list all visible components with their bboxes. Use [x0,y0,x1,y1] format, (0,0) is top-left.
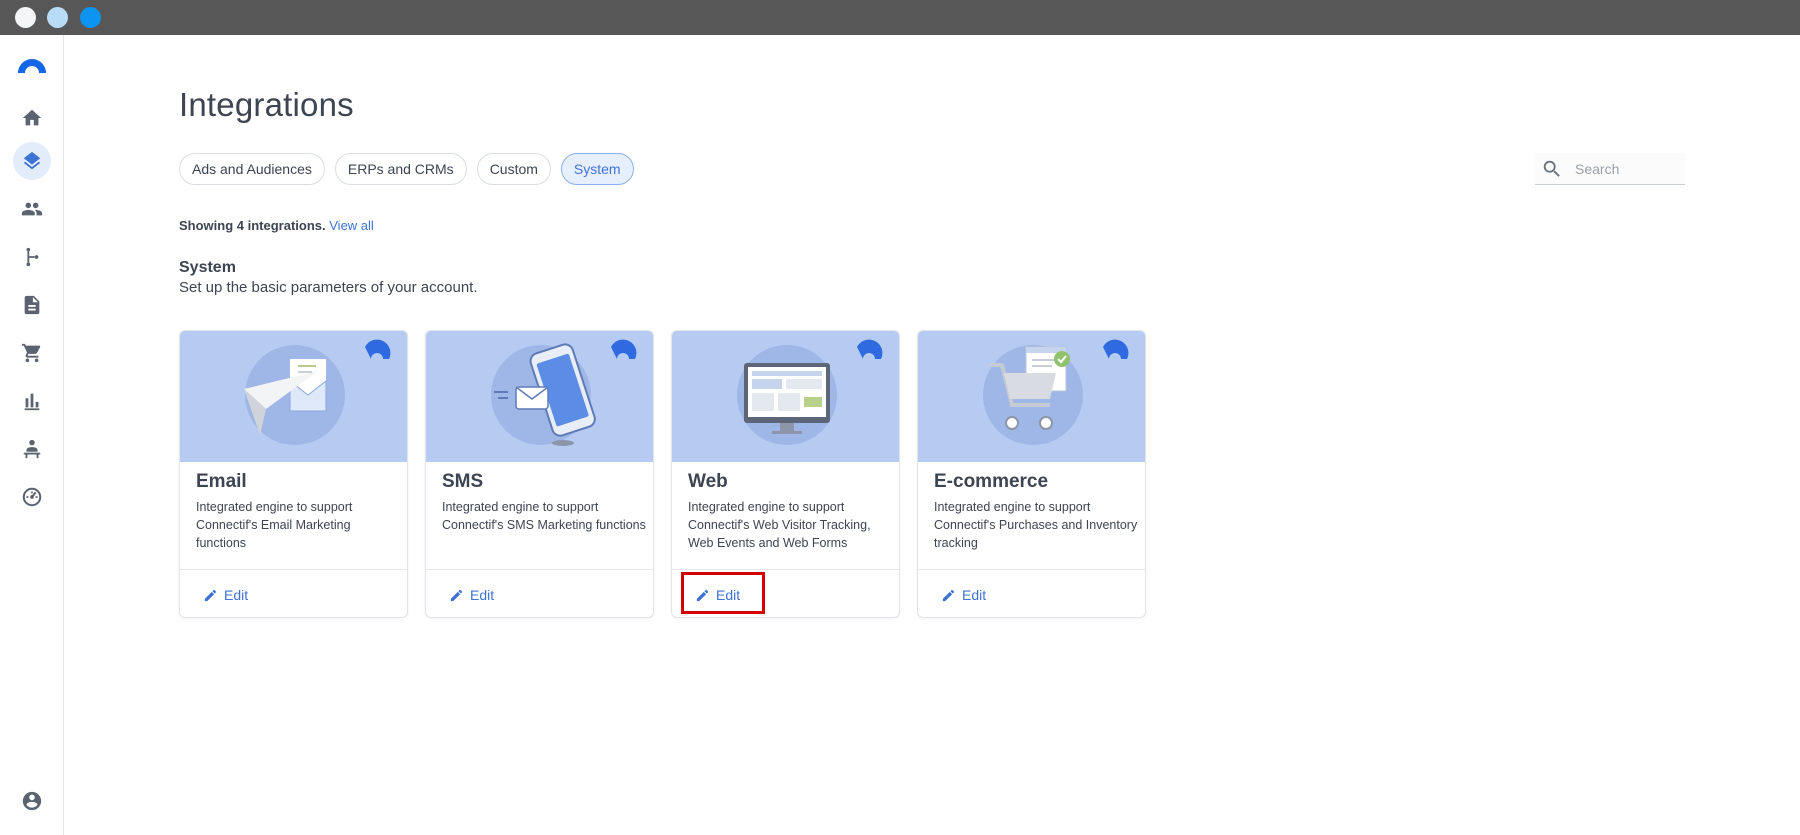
showing-text: Showing 4 integrations. [179,218,326,233]
email-illustration [180,331,407,462]
sidebar-item-ecommerce[interactable] [13,334,51,372]
sidebar-item-integrations[interactable] [13,142,51,180]
sidebar [0,35,64,835]
email-edit-button[interactable]: Edit [203,583,248,607]
pencil-icon [942,589,955,601]
ecommerce-illustration [918,331,1145,462]
edit-label: Edit [962,587,987,603]
tab-custom[interactable]: Custom [476,153,551,185]
sidebar-item-account[interactable] [13,782,51,820]
search-icon [1543,160,1560,177]
tab-system[interactable]: System [560,153,634,185]
pencil-icon [204,589,217,601]
person-desk-icon [23,439,41,459]
card-title: E-commerce [934,471,1049,492]
category-tabs: Ads and Audiences ERPs and CRMs Custom S… [179,153,634,185]
card-footer: Edit [672,569,899,617]
page-title: Integrations [179,86,354,123]
sms-edit-button[interactable]: Edit [449,583,494,607]
sidebar-item-dashboard[interactable] [13,478,51,516]
sidebar-item-team[interactable] [13,430,51,468]
tab-ads-and-audiences[interactable]: Ads and Audiences [179,153,325,185]
view-all-link[interactable]: View all [329,218,374,233]
card-description: Integrated engine to support Connectif's… [688,500,871,550]
sidebar-item-contacts[interactable] [13,190,51,228]
web-edit-button[interactable]: Edit [695,583,740,607]
layers-icon [23,151,41,170]
pencil-icon [696,589,709,601]
sidebar-item-workflows[interactable] [13,238,51,276]
card-footer: Edit [180,569,407,617]
flow-icon [26,247,39,267]
edit-label: Edit [716,587,741,603]
tab-erps-and-crms[interactable]: ERPs and CRMs [334,153,467,185]
card-title: Web [688,471,728,492]
window-maximize-button[interactable] [80,7,101,28]
card-description: Integrated engine to support Connectif's… [196,500,353,550]
sidebar-item-reports[interactable] [13,382,51,420]
edit-label: Edit [470,587,495,603]
window-titlebar [0,0,1800,35]
people-icon [21,202,43,216]
ecommerce-edit-button[interactable]: Edit [941,583,986,607]
cart-icon [21,343,41,363]
search-input[interactable] [1575,160,1675,177]
sidebar-item-home[interactable] [13,99,51,137]
bar-chart-icon [24,393,40,411]
search-box [1535,153,1685,185]
card-footer: Edit [918,569,1145,617]
card-title: Email [196,471,247,492]
integrations-count: Showing 4 integrations. View all [179,218,374,233]
window-minimize-button[interactable] [47,7,68,28]
home-icon [22,109,42,126]
document-icon [24,295,40,315]
card-description: Integrated engine to support Connectif's… [442,500,646,532]
card-footer: Edit [426,569,653,617]
section-title: System [179,259,236,276]
integration-card-web: Web Integrated engine to support Connect… [671,330,900,618]
web-illustration [672,331,899,462]
sms-illustration [426,331,653,462]
integration-card-sms: SMS Integrated engine to support Connect… [425,330,654,618]
card-description: Integrated engine to support Connectif's… [934,500,1138,550]
sidebar-item-content[interactable] [13,286,51,324]
connectif-logo-icon[interactable] [16,53,48,75]
section-description: Set up the basic parameters of your acco… [179,279,478,296]
window-close-button[interactable] [15,7,36,28]
dashboard-icon [22,487,42,507]
integration-card-email: Email Integrated engine to support Conne… [179,330,408,618]
card-title: SMS [442,471,484,492]
integration-cards: Email Integrated engine to support Conne… [179,330,1146,618]
account-icon [22,791,42,811]
integration-card-ecommerce: E-commerce Integrated engine to support … [917,330,1146,618]
edit-label: Edit [224,587,249,603]
pencil-icon [450,589,463,601]
